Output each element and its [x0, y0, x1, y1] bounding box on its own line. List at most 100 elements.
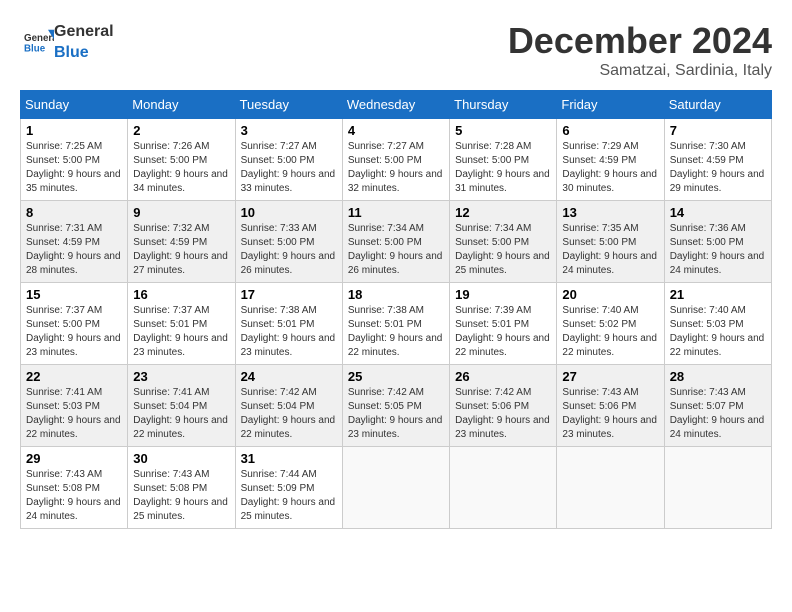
calendar-day-cell: 13 Sunrise: 7:35 AMSunset: 5:00 PMDaylig… — [557, 201, 664, 283]
day-number: 17 — [241, 287, 337, 302]
calendar-day-cell: 23 Sunrise: 7:41 AMSunset: 5:04 PMDaylig… — [128, 365, 235, 447]
day-info: Sunrise: 7:39 AMSunset: 5:01 PMDaylight:… — [455, 305, 550, 358]
day-number: 11 — [348, 205, 444, 220]
day-number: 28 — [670, 369, 766, 384]
day-info: Sunrise: 7:33 AMSunset: 5:00 PMDaylight:… — [241, 223, 336, 276]
page-header: General Blue General Blue December 2024 … — [20, 20, 772, 80]
day-info: Sunrise: 7:40 AMSunset: 5:03 PMDaylight:… — [670, 305, 765, 358]
day-info: Sunrise: 7:34 AMSunset: 5:00 PMDaylight:… — [455, 223, 550, 276]
day-info: Sunrise: 7:43 AMSunset: 5:08 PMDaylight:… — [133, 469, 228, 522]
day-number: 20 — [562, 287, 658, 302]
calendar-day-cell: 18 Sunrise: 7:38 AMSunset: 5:01 PMDaylig… — [342, 283, 449, 365]
calendar-day-cell: 9 Sunrise: 7:32 AMSunset: 4:59 PMDayligh… — [128, 201, 235, 283]
day-number: 5 — [455, 123, 551, 138]
day-number: 16 — [133, 287, 229, 302]
day-number: 29 — [26, 451, 122, 466]
day-number: 31 — [241, 451, 337, 466]
calendar-day-cell: 26 Sunrise: 7:42 AMSunset: 5:06 PMDaylig… — [450, 365, 557, 447]
day-number: 3 — [241, 123, 337, 138]
calendar-day-cell: 11 Sunrise: 7:34 AMSunset: 5:00 PMDaylig… — [342, 201, 449, 283]
day-number: 13 — [562, 205, 658, 220]
day-number: 7 — [670, 123, 766, 138]
day-info: Sunrise: 7:43 AMSunset: 5:06 PMDaylight:… — [562, 387, 657, 440]
calendar-day-cell: 25 Sunrise: 7:42 AMSunset: 5:05 PMDaylig… — [342, 365, 449, 447]
empty-cell — [557, 447, 664, 529]
calendar-day-cell: 16 Sunrise: 7:37 AMSunset: 5:01 PMDaylig… — [128, 283, 235, 365]
calendar-day-cell: 28 Sunrise: 7:43 AMSunset: 5:07 PMDaylig… — [664, 365, 771, 447]
day-info: Sunrise: 7:31 AMSunset: 4:59 PMDaylight:… — [26, 223, 121, 276]
empty-cell — [450, 447, 557, 529]
day-number: 26 — [455, 369, 551, 384]
col-friday: Friday — [557, 91, 664, 119]
month-title: December 2024 — [508, 20, 772, 62]
calendar-day-cell: 24 Sunrise: 7:42 AMSunset: 5:04 PMDaylig… — [235, 365, 342, 447]
day-number: 18 — [348, 287, 444, 302]
day-info: Sunrise: 7:42 AMSunset: 5:06 PMDaylight:… — [455, 387, 550, 440]
day-info: Sunrise: 7:25 AMSunset: 5:00 PMDaylight:… — [26, 141, 121, 194]
day-number: 19 — [455, 287, 551, 302]
calendar-day-cell: 6 Sunrise: 7:29 AMSunset: 4:59 PMDayligh… — [557, 119, 664, 201]
col-wednesday: Wednesday — [342, 91, 449, 119]
day-info: Sunrise: 7:40 AMSunset: 5:02 PMDaylight:… — [562, 305, 657, 358]
day-info: Sunrise: 7:36 AMSunset: 5:00 PMDaylight:… — [670, 223, 765, 276]
day-info: Sunrise: 7:32 AMSunset: 4:59 PMDaylight:… — [133, 223, 228, 276]
calendar-day-cell: 21 Sunrise: 7:40 AMSunset: 5:03 PMDaylig… — [664, 283, 771, 365]
day-info: Sunrise: 7:42 AMSunset: 5:05 PMDaylight:… — [348, 387, 443, 440]
calendar-day-cell: 20 Sunrise: 7:40 AMSunset: 5:02 PMDaylig… — [557, 283, 664, 365]
day-number: 21 — [670, 287, 766, 302]
day-number: 12 — [455, 205, 551, 220]
day-info: Sunrise: 7:38 AMSunset: 5:01 PMDaylight:… — [241, 305, 336, 358]
svg-text:Blue: Blue — [24, 44, 46, 55]
col-saturday: Saturday — [664, 91, 771, 119]
calendar-week-row: 29 Sunrise: 7:43 AMSunset: 5:08 PMDaylig… — [21, 447, 772, 529]
title-block: December 2024 Samatzai, Sardinia, Italy — [508, 20, 772, 80]
day-info: Sunrise: 7:27 AMSunset: 5:00 PMDaylight:… — [348, 141, 443, 194]
calendar-week-row: 22 Sunrise: 7:41 AMSunset: 5:03 PMDaylig… — [21, 365, 772, 447]
calendar-table: Sunday Monday Tuesday Wednesday Thursday… — [20, 90, 772, 529]
day-info: Sunrise: 7:38 AMSunset: 5:01 PMDaylight:… — [348, 305, 443, 358]
calendar-day-cell: 27 Sunrise: 7:43 AMSunset: 5:06 PMDaylig… — [557, 365, 664, 447]
day-info: Sunrise: 7:41 AMSunset: 5:03 PMDaylight:… — [26, 387, 121, 440]
day-number: 10 — [241, 205, 337, 220]
day-number: 2 — [133, 123, 229, 138]
col-monday: Monday — [128, 91, 235, 119]
calendar-header-row: Sunday Monday Tuesday Wednesday Thursday… — [21, 91, 772, 119]
calendar-day-cell: 7 Sunrise: 7:30 AMSunset: 4:59 PMDayligh… — [664, 119, 771, 201]
calendar-day-cell: 17 Sunrise: 7:38 AMSunset: 5:01 PMDaylig… — [235, 283, 342, 365]
calendar-day-cell: 3 Sunrise: 7:27 AMSunset: 5:00 PMDayligh… — [235, 119, 342, 201]
day-number: 30 — [133, 451, 229, 466]
calendar-day-cell: 22 Sunrise: 7:41 AMSunset: 5:03 PMDaylig… — [21, 365, 128, 447]
empty-cell — [342, 447, 449, 529]
calendar-day-cell: 10 Sunrise: 7:33 AMSunset: 5:00 PMDaylig… — [235, 201, 342, 283]
day-info: Sunrise: 7:30 AMSunset: 4:59 PMDaylight:… — [670, 141, 765, 194]
day-info: Sunrise: 7:37 AMSunset: 5:00 PMDaylight:… — [26, 305, 121, 358]
day-info: Sunrise: 7:42 AMSunset: 5:04 PMDaylight:… — [241, 387, 336, 440]
day-number: 4 — [348, 123, 444, 138]
day-info: Sunrise: 7:44 AMSunset: 5:09 PMDaylight:… — [241, 469, 336, 522]
day-number: 25 — [348, 369, 444, 384]
day-number: 14 — [670, 205, 766, 220]
location: Samatzai, Sardinia, Italy — [508, 62, 772, 80]
day-number: 1 — [26, 123, 122, 138]
empty-cell — [664, 447, 771, 529]
day-info: Sunrise: 7:43 AMSunset: 5:08 PMDaylight:… — [26, 469, 121, 522]
calendar-day-cell: 14 Sunrise: 7:36 AMSunset: 5:00 PMDaylig… — [664, 201, 771, 283]
logo-icon: General Blue — [24, 26, 54, 56]
calendar-day-cell: 8 Sunrise: 7:31 AMSunset: 4:59 PMDayligh… — [21, 201, 128, 283]
calendar-day-cell: 30 Sunrise: 7:43 AMSunset: 5:08 PMDaylig… — [128, 447, 235, 529]
col-tuesday: Tuesday — [235, 91, 342, 119]
day-number: 8 — [26, 205, 122, 220]
day-number: 22 — [26, 369, 122, 384]
day-info: Sunrise: 7:29 AMSunset: 4:59 PMDaylight:… — [562, 141, 657, 194]
day-info: Sunrise: 7:35 AMSunset: 5:00 PMDaylight:… — [562, 223, 657, 276]
calendar-day-cell: 31 Sunrise: 7:44 AMSunset: 5:09 PMDaylig… — [235, 447, 342, 529]
col-sunday: Sunday — [21, 91, 128, 119]
calendar-day-cell: 1 Sunrise: 7:25 AMSunset: 5:00 PMDayligh… — [21, 119, 128, 201]
day-info: Sunrise: 7:37 AMSunset: 5:01 PMDaylight:… — [133, 305, 228, 358]
calendar-day-cell: 2 Sunrise: 7:26 AMSunset: 5:00 PMDayligh… — [128, 119, 235, 201]
svg-text:General: General — [24, 33, 54, 44]
calendar-day-cell: 15 Sunrise: 7:37 AMSunset: 5:00 PMDaylig… — [21, 283, 128, 365]
logo-text: General Blue — [54, 20, 114, 62]
col-thursday: Thursday — [450, 91, 557, 119]
day-info: Sunrise: 7:27 AMSunset: 5:00 PMDaylight:… — [241, 141, 336, 194]
